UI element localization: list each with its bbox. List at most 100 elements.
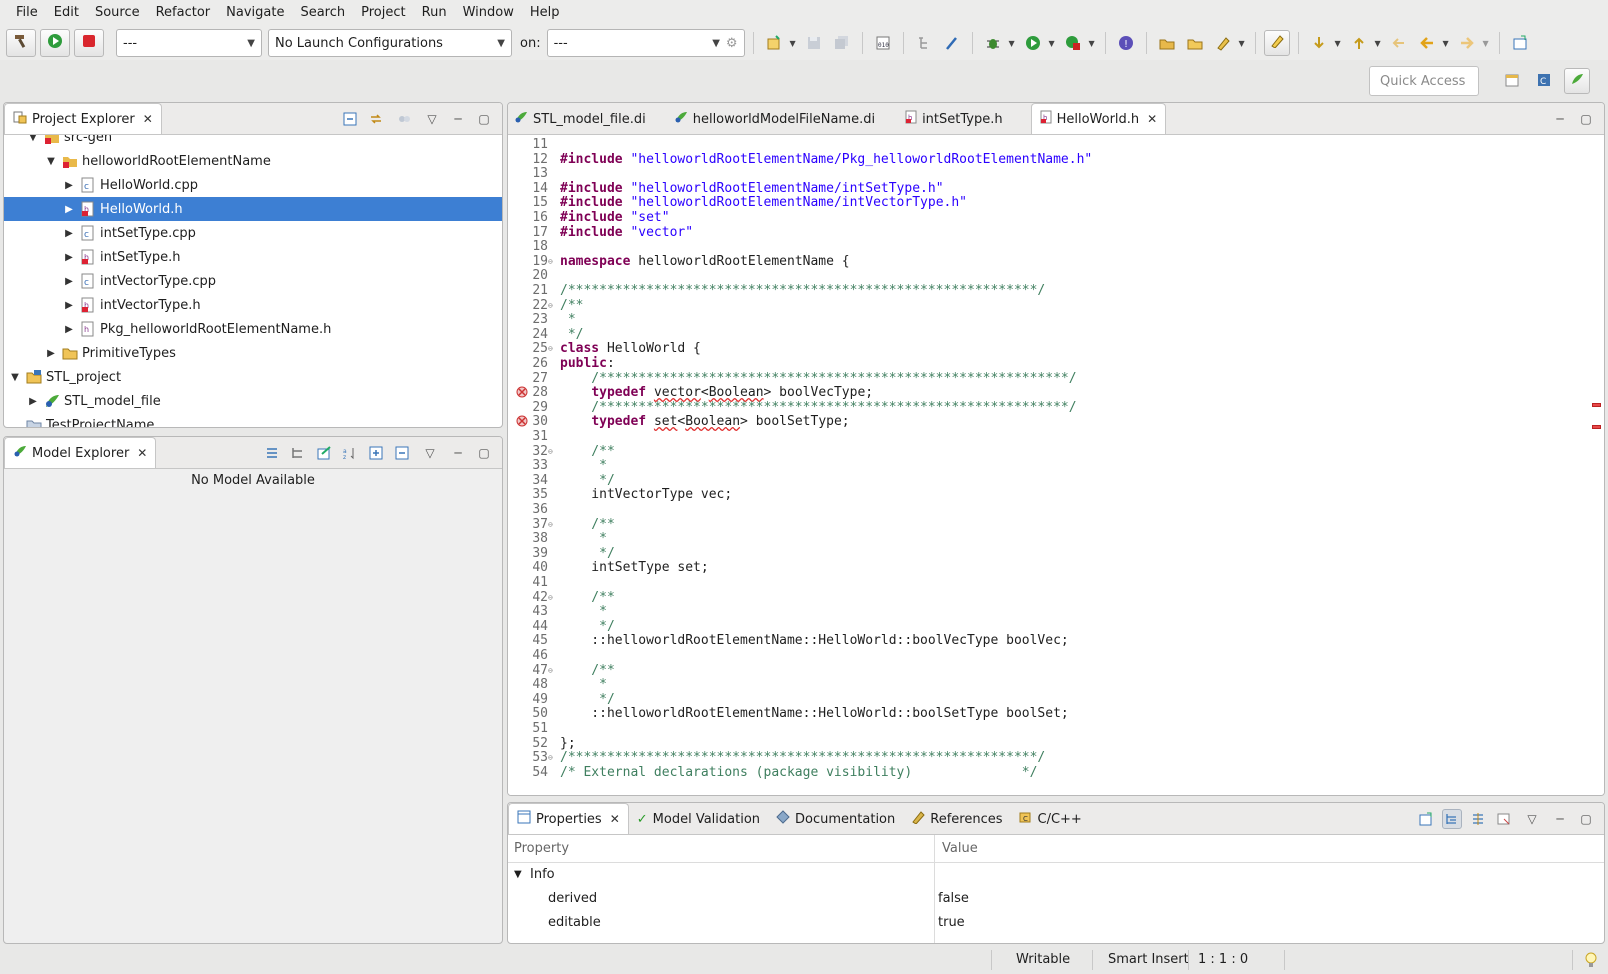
close-icon[interactable]: ✕ (610, 812, 620, 826)
code-line[interactable]: 29 /************************************… (508, 400, 1590, 415)
tab-references[interactable]: References (903, 804, 1010, 834)
brush-icon[interactable] (940, 31, 964, 55)
code-line[interactable]: 21 /*************************************… (508, 283, 1590, 298)
close-icon[interactable]: ✕ (137, 446, 147, 460)
code-line[interactable]: 54 /* External declarations (package visi… (508, 765, 1590, 780)
code-line[interactable]: 12 #include "helloworldRootElementName/Pk… (508, 152, 1590, 167)
tab-helloworldModelFileName.di[interactable]: helloworldModelFileName.di (666, 104, 883, 134)
tree-item-intSetType.h[interactable]: ▶ h intSetType.h (4, 245, 502, 269)
filter-icon[interactable] (392, 109, 416, 129)
save-icon[interactable] (802, 31, 826, 55)
code-line[interactable]: 35 intVectorType vec; (508, 487, 1590, 502)
column-header-property[interactable]: Property (508, 835, 569, 863)
tab-documentation[interactable]: Documentation (768, 804, 903, 834)
chevron-down-icon[interactable]: ▼ (788, 39, 798, 48)
property-value[interactable]: false (938, 887, 969, 911)
code-line[interactable]: 23 * (508, 312, 1590, 327)
chevron-down-icon[interactable]: ▼ (1333, 39, 1343, 48)
external-tools-icon[interactable] (1061, 31, 1085, 55)
code-line[interactable]: 44 */ (508, 619, 1590, 634)
tree-item-HelloWorld.cpp[interactable]: ▶ c HelloWorld.cpp (4, 173, 502, 197)
menu-navigate[interactable]: Navigate (218, 0, 292, 26)
cpp-perspective-icon[interactable]: C (1532, 68, 1556, 92)
menu-help[interactable]: Help (522, 0, 568, 26)
build-button[interactable] (6, 29, 36, 57)
launch-config-select[interactable]: No Launch Configurations ▼ (268, 29, 512, 57)
overview-error-marker[interactable] (1592, 425, 1601, 429)
menu-file[interactable]: File (8, 0, 46, 26)
tree-item-helloworldRootElementName[interactable]: ▼ helloworldRootElementName (4, 149, 502, 173)
chevron-right-icon[interactable]: ▶ (62, 204, 76, 215)
code-line[interactable]: 40 intSetType set; (508, 560, 1590, 575)
close-icon[interactable]: ✕ (1147, 112, 1157, 126)
error-marker-icon[interactable] (516, 414, 530, 428)
code-line[interactable]: 51 (508, 721, 1590, 736)
tab-model-validation[interactable]: ✓ Model Validation (629, 804, 768, 834)
minimize-icon[interactable]: ─ (448, 443, 468, 463)
tree-item-Pkg_helloworldRootElementName.h[interactable]: ▶ h Pkg_helloworldRootElementName.h (4, 317, 502, 341)
maximize-icon[interactable]: ▢ (474, 443, 494, 463)
collapse-all-icon[interactable] (392, 443, 412, 463)
code-line[interactable]: 32 ⊖ /** (508, 444, 1590, 459)
tree-item-TestProjectName[interactable]: TestProjectName (4, 413, 502, 427)
code-line[interactable]: 13 (508, 166, 1590, 181)
hierarchy-icon[interactable] (912, 31, 936, 55)
tree-item-STL_model_file[interactable]: ▶ STL_model_file (4, 389, 502, 413)
code-line[interactable]: 14 #include "helloworldRootElementName/in… (508, 181, 1590, 196)
collapse-all-icon[interactable] (340, 109, 360, 129)
tab-STL_model_file.di[interactable]: STL_model_file.di (508, 104, 654, 134)
tab-cpp[interactable]: C C/C++ (1011, 804, 1090, 834)
menu-search[interactable]: Search (292, 0, 353, 26)
error-marker-icon[interactable] (516, 385, 530, 399)
column-header-value[interactable]: Value (936, 835, 978, 863)
open-perspective-icon[interactable] (1508, 31, 1532, 55)
code-editor[interactable]: 11 12 #include "helloworldRootElementName/… (508, 135, 1604, 795)
fold-toggle-icon[interactable]: ⊖ (548, 298, 558, 313)
expand-all-icon[interactable] (366, 443, 386, 463)
code-line[interactable]: 18 (508, 239, 1590, 254)
code-line[interactable]: 19 ⊖ namespace helloworldRootElementName { (508, 254, 1590, 269)
menu-source[interactable]: Source (87, 0, 148, 26)
open-perspective-icon[interactable] (1500, 68, 1524, 92)
chevron-down-icon[interactable]: ▼ (1237, 39, 1247, 48)
code-line[interactable]: 17 #include "vector" (508, 225, 1590, 240)
new-wizard-icon[interactable] (762, 31, 786, 55)
chevron-down-icon[interactable]: ▼ (1481, 39, 1491, 48)
next-annotation-icon[interactable] (1307, 31, 1331, 55)
restore-default-icon[interactable] (1494, 809, 1514, 829)
code-line[interactable]: 26 public: (508, 356, 1590, 371)
code-line[interactable]: 16 #include "set" (508, 210, 1590, 225)
code-line[interactable]: 22 ⊖/** (508, 298, 1590, 313)
sort-alpha-icon[interactable]: az (340, 443, 360, 463)
overview-error-marker[interactable] (1592, 403, 1601, 407)
gear-icon[interactable]: ⚙ (726, 36, 738, 51)
view-menu-icon[interactable]: ▽ (422, 109, 442, 129)
chevron-right-icon[interactable]: ▶ (62, 276, 76, 287)
code-line[interactable]: 52}; (508, 736, 1590, 751)
code-line[interactable]: 28 typedef vector<Boolean> boolVecType; (508, 385, 1590, 400)
view-menu-icon[interactable]: ▽ (418, 443, 442, 463)
code-line[interactable]: 43 * (508, 604, 1590, 619)
code-line[interactable]: 27 /************************************… (508, 371, 1590, 386)
pin-view-icon[interactable] (1416, 809, 1436, 829)
code-line[interactable]: 42 ⊖ /** (508, 590, 1590, 605)
chevron-down-icon[interactable]: ▼ (1007, 39, 1017, 48)
tree-item-src-gen[interactable]: ▼ src-gen (4, 135, 502, 149)
show-categories-icon[interactable] (1442, 809, 1462, 829)
papyrus-perspective-button[interactable] (1564, 68, 1590, 94)
code-line[interactable]: 33 * (508, 458, 1590, 473)
chevron-down-icon[interactable]: ▼ (44, 156, 58, 167)
chevron-down-icon[interactable]: ▼ (1047, 39, 1057, 48)
properties-group-info[interactable]: ▼ Info (508, 863, 1604, 887)
code-line[interactable]: 41 (508, 575, 1590, 590)
link-editor-icon[interactable] (366, 109, 386, 129)
code-line[interactable]: 34 */ (508, 473, 1590, 488)
toggle-highlight-button[interactable] (1263, 30, 1290, 56)
property-value[interactable]: true (938, 911, 965, 935)
chevron-right-icon[interactable]: ▶ (26, 396, 40, 407)
minimize-icon[interactable]: ─ (1550, 109, 1570, 129)
code-line[interactable]: 48 * (508, 677, 1590, 692)
code-line[interactable]: 38 * (508, 531, 1590, 546)
open-folder-icon[interactable] (1183, 31, 1207, 55)
chevron-right-icon[interactable]: ▶ (62, 252, 76, 263)
